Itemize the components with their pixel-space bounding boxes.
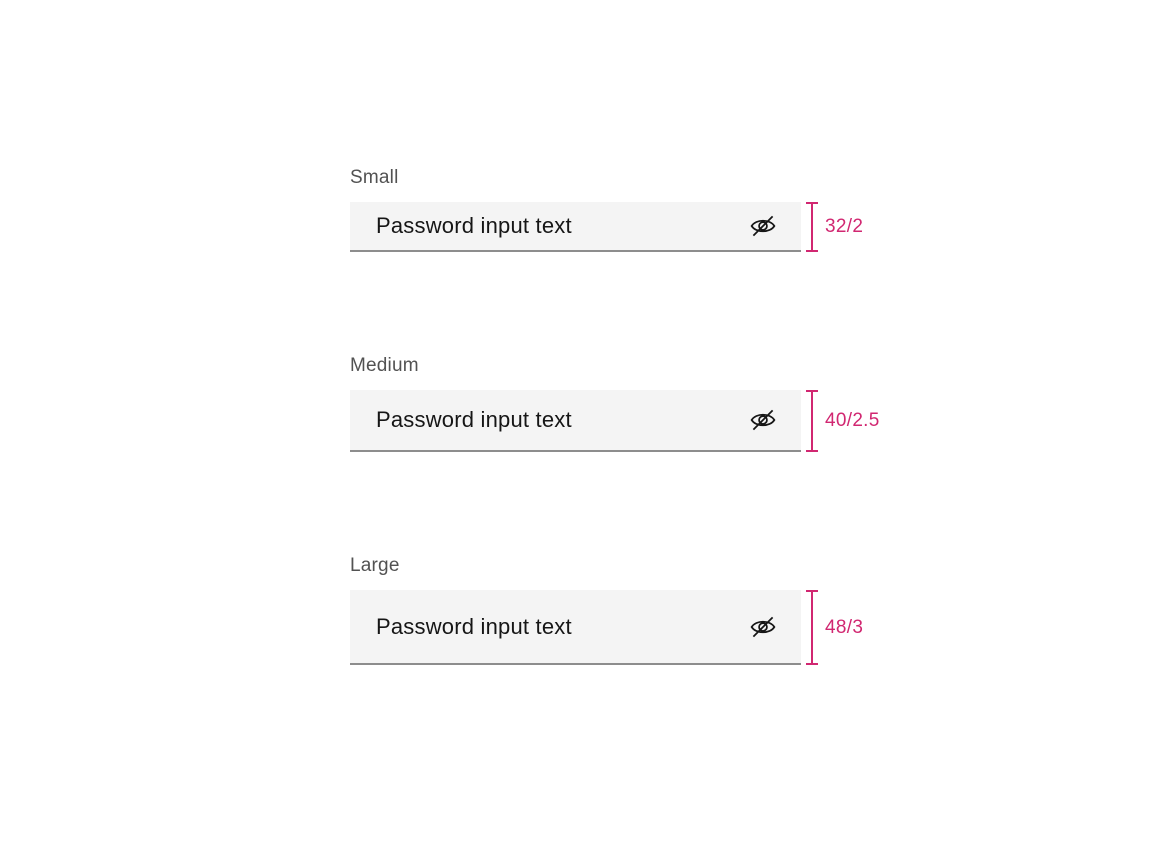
height-spec-small: 32/2 [825,216,864,237]
eye-off-icon[interactable] [749,613,777,641]
password-input-large: Large Password input text 48/3 [350,555,863,665]
password-field-small[interactable]: Password input text [350,202,801,252]
dimension-cap [806,450,818,452]
password-value-medium: Password input text [376,407,572,432]
height-spec-medium: 40/2.5 [825,410,880,431]
password-input-medium: Medium Password input text 40/2.5 [350,355,879,452]
dimension-line [811,390,813,452]
size-label-small: Small [350,167,399,188]
password-field-medium[interactable]: Password input text [350,390,801,452]
eye-off-icon[interactable] [749,406,777,434]
password-value-large: Password input text [376,613,572,639]
dimension-line [811,202,813,252]
size-label-medium: Medium [350,355,419,376]
password-field-large[interactable]: Password input text [350,590,801,665]
dimension-cap [806,250,818,252]
size-label-large: Large [350,555,400,576]
height-spec-large: 48/3 [825,616,864,638]
password-value-small: Password input text [376,213,572,238]
eye-off-icon[interactable] [749,212,777,240]
dimension-cap [806,663,818,665]
password-input-small: Small Password input text 32/2 [350,167,863,252]
dimension-line [811,590,813,665]
